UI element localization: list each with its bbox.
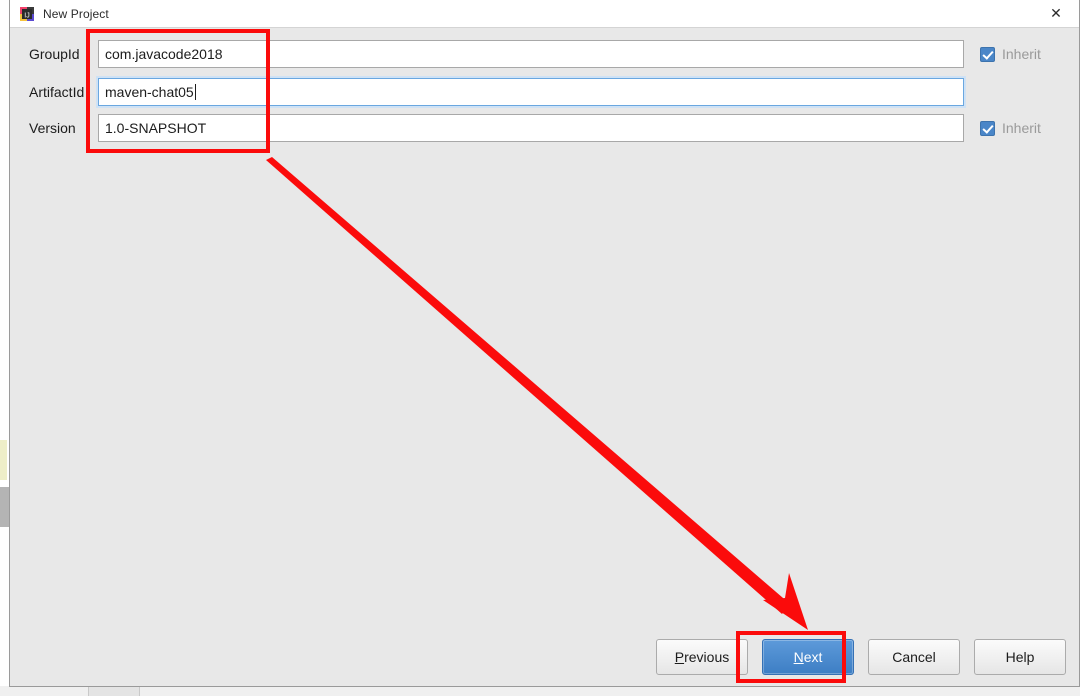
- dialog-footer: Previous Next Cancel Help: [10, 628, 1079, 686]
- version-inherit-checkbox[interactable]: [980, 120, 995, 136]
- previous-button-label: revious: [684, 649, 730, 665]
- artifactid-input-value: maven-chat05: [105, 84, 194, 100]
- version-inherit-label: Inherit: [1002, 120, 1041, 136]
- svg-text:IJ: IJ: [24, 12, 29, 19]
- next-button-mnemonic: N: [793, 649, 804, 665]
- form-row-groupid: GroupId com.javacode2018 Inherit: [10, 40, 1079, 68]
- dialog-title: New Project: [43, 6, 109, 21]
- version-input-value: 1.0-SNAPSHOT: [105, 120, 207, 136]
- version-inherit-group[interactable]: Inherit: [980, 120, 1041, 136]
- close-icon[interactable]: ✕: [1033, 0, 1079, 27]
- groupid-input-value: com.javacode2018: [105, 46, 223, 62]
- groupid-inherit-label: Inherit: [1002, 46, 1041, 62]
- dialog-body: GroupId com.javacode2018 Inherit Artifac…: [10, 28, 1079, 629]
- intellij-idea-icon: IJ: [19, 6, 35, 22]
- groupid-label: GroupId: [29, 46, 80, 62]
- dialog-titlebar: IJ New Project ✕: [10, 0, 1079, 28]
- form-row-artifactid: ArtifactId maven-chat05: [10, 78, 1079, 106]
- next-button-label: ext: [803, 649, 823, 665]
- version-input[interactable]: 1.0-SNAPSHOT: [98, 114, 964, 142]
- page-root: IJ New Project ✕ GroupId com.javacode201…: [0, 0, 1080, 696]
- background-status-bar: [0, 686, 1080, 696]
- previous-button-mnemonic: P: [674, 649, 685, 665]
- background-tool-window-tab: [88, 686, 140, 696]
- version-label: Version: [29, 120, 76, 136]
- artifactid-input[interactable]: maven-chat05: [98, 78, 964, 106]
- form-row-version: Version 1.0-SNAPSHOT Inherit: [10, 114, 1079, 142]
- groupid-input[interactable]: com.javacode2018: [98, 40, 964, 68]
- new-project-dialog: IJ New Project ✕ GroupId com.javacode201…: [9, 0, 1080, 687]
- background-editor-strip: [0, 440, 7, 480]
- groupid-inherit-group[interactable]: Inherit: [980, 46, 1041, 62]
- previous-button[interactable]: Previous: [656, 639, 748, 675]
- next-button[interactable]: Next: [762, 639, 854, 675]
- cancel-button[interactable]: Cancel: [868, 639, 960, 675]
- help-button[interactable]: Help: [974, 639, 1066, 675]
- artifactid-label: ArtifactId: [29, 84, 85, 100]
- text-caret: [194, 84, 196, 100]
- groupid-inherit-checkbox[interactable]: [980, 46, 995, 62]
